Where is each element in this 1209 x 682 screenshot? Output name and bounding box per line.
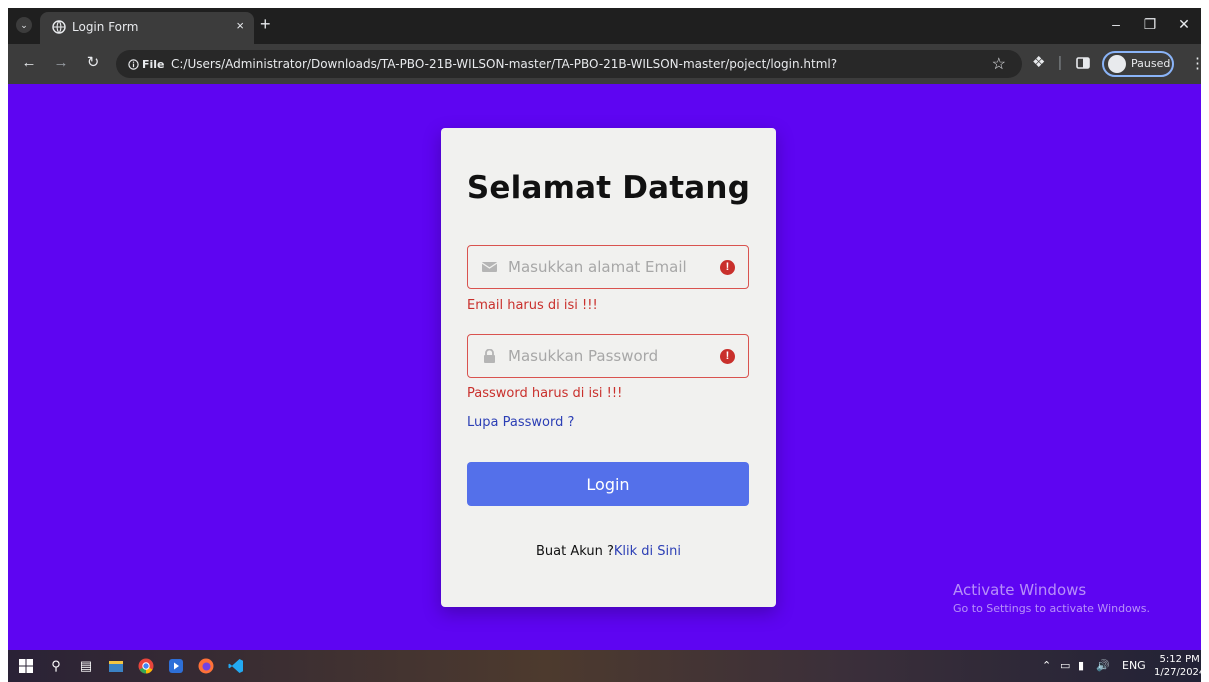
lock-icon [484, 349, 495, 363]
tab-search-icon[interactable]: ⌄ [16, 17, 32, 33]
watermark-subtitle: Go to Settings to activate Windows. [953, 602, 1151, 615]
windows-start-icon[interactable] [18, 658, 34, 674]
firefox-icon[interactable] [198, 658, 214, 674]
page-viewport: Selamat Datang ! Email harus di isi !!! … [8, 84, 1201, 650]
forward-arrow-icon[interactable]: → [52, 54, 70, 72]
watermark-title: Activate Windows [953, 581, 1087, 599]
reload-icon[interactable]: ↻ [84, 54, 102, 72]
url-text[interactable]: C:/Users/Administrator/Downloads/TA-PBO-… [171, 57, 837, 71]
login-card: Selamat Datang ! Email harus di isi !!! … [441, 128, 776, 607]
envelope-icon [482, 262, 497, 272]
network-icon[interactable]: ▭ [1060, 659, 1070, 672]
tab-login-form[interactable]: Login Form × [40, 12, 254, 44]
email-field[interactable]: ! [467, 245, 749, 289]
browser-tab-strip: ⌄ Login Form × + – ❐ ✕ [8, 8, 1201, 44]
system-clock[interactable]: 5:12 PM 1/27/2024 [1154, 653, 1205, 679]
language-indicator[interactable]: ENG [1122, 659, 1146, 672]
info-icon [128, 58, 139, 70]
file-chip-label: File [142, 57, 165, 71]
login-button[interactable]: Login [467, 462, 749, 506]
side-panel-icon[interactable] [1076, 56, 1090, 70]
tab-title: Login Form [72, 20, 139, 34]
tab-close-icon[interactable]: × [236, 18, 244, 33]
kebab-menu-icon[interactable]: ⋮ [1190, 54, 1205, 72]
profile-button[interactable]: Paused [1102, 51, 1174, 77]
site-info-chip[interactable]: File [124, 55, 171, 73]
minimize-icon[interactable]: – [1106, 14, 1126, 34]
chevron-up-icon[interactable]: ⌃ [1042, 659, 1051, 672]
forgot-password-link[interactable]: Lupa Password ? [467, 415, 574, 430]
search-icon[interactable]: ⚲ [48, 658, 64, 674]
clock-time: 5:12 PM [1159, 654, 1200, 665]
activate-windows-watermark: Activate Windows Go to Settings to activ… [953, 581, 1150, 615]
page-title: Selamat Datang [466, 170, 751, 206]
address-bar[interactable]: File C:/Users/Administrator/Downloads/TA… [116, 50, 1022, 78]
restore-icon[interactable]: ❐ [1140, 14, 1160, 34]
toolbar-divider: | [1058, 54, 1062, 71]
media-player-icon[interactable] [168, 658, 184, 674]
email-error-icon: ! [720, 260, 735, 275]
signup-prompt: Buat Akun ? [535, 544, 614, 559]
avatar [1108, 55, 1126, 73]
email-error-message: Email harus di isi !!! [467, 298, 598, 313]
close-icon[interactable]: ✕ [1174, 14, 1194, 34]
globe-icon [52, 20, 66, 34]
extensions-icon[interactable]: ❖ [1032, 54, 1045, 72]
star-icon[interactable]: ☆ [992, 54, 1006, 74]
browser-toolbar: ← → ↻ File C:/Users/Administrator/Downlo… [8, 44, 1205, 84]
battery-icon[interactable]: ▮ [1078, 659, 1084, 672]
back-arrow-icon[interactable]: ← [20, 54, 38, 72]
chrome-icon[interactable] [138, 658, 154, 674]
password-field[interactable]: ! [467, 334, 749, 378]
signup-row: Buat Akun ?Klik di Sini [441, 544, 776, 559]
file-explorer-icon[interactable] [108, 658, 124, 674]
email-input[interactable] [508, 246, 708, 288]
new-tab-button[interactable]: + [260, 14, 271, 34]
vscode-icon[interactable] [228, 658, 244, 674]
password-error-icon: ! [720, 349, 735, 364]
profile-status: Paused [1131, 57, 1171, 70]
volume-icon[interactable]: 🔊 [1096, 659, 1110, 672]
password-error-message: Password harus di isi !!! [467, 386, 623, 401]
windows-taskbar: ⚲ ▤ ⌃ ▭ ▮ 🔊 ENG 5:12 PM 1/27/2024 [8, 650, 1205, 682]
password-input[interactable] [508, 335, 708, 377]
task-view-icon[interactable]: ▤ [78, 658, 94, 674]
signup-link[interactable]: Klik di Sini [614, 544, 681, 559]
clock-date: 1/27/2024 [1154, 667, 1206, 678]
